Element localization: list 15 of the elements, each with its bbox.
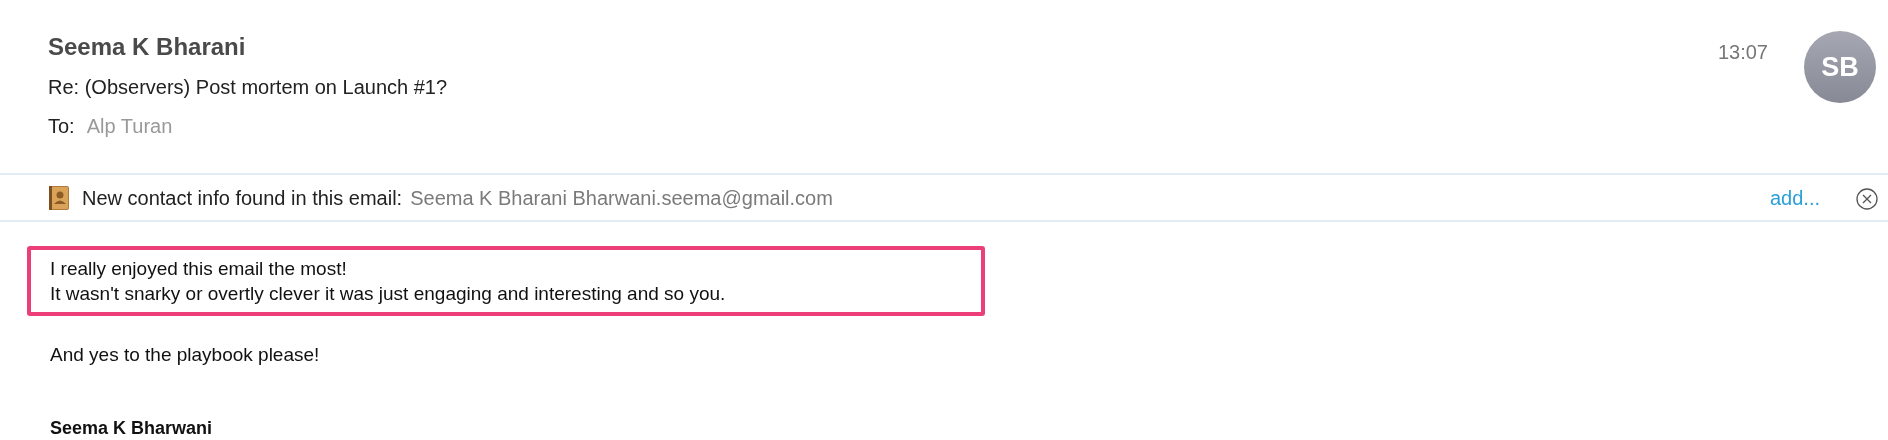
add-contact-link[interactable]: add... <box>1769 182 1820 213</box>
signature: Seema K Bharwani <box>50 418 213 439</box>
body-text: It wasn't snarky or overtly clever it was just engaging and interesting and so you. <box>50 282 727 306</box>
email-subject: Re: (Observers) Post mortem on Launch #1? <box>48 77 448 97</box>
body-text: And yes to the playbook please! <box>50 344 320 367</box>
body-text: I really enjoyed this email the most! <box>50 257 348 281</box>
avatar: SB <box>1804 31 1876 103</box>
address-book-icon <box>48 184 70 211</box>
timestamp: 13:07 <box>1717 42 1768 65</box>
to-label: To: <box>48 115 75 137</box>
recipient-name[interactable]: Alp Turan <box>86 115 173 137</box>
close-icon[interactable] <box>1856 188 1878 211</box>
banner-message: New contact info found in this email: <box>82 185 403 211</box>
contact-details: Seema K Bharani Bharwani.seema@gmail.com <box>410 185 833 211</box>
sender-name: Seema K Bharani <box>48 35 246 59</box>
